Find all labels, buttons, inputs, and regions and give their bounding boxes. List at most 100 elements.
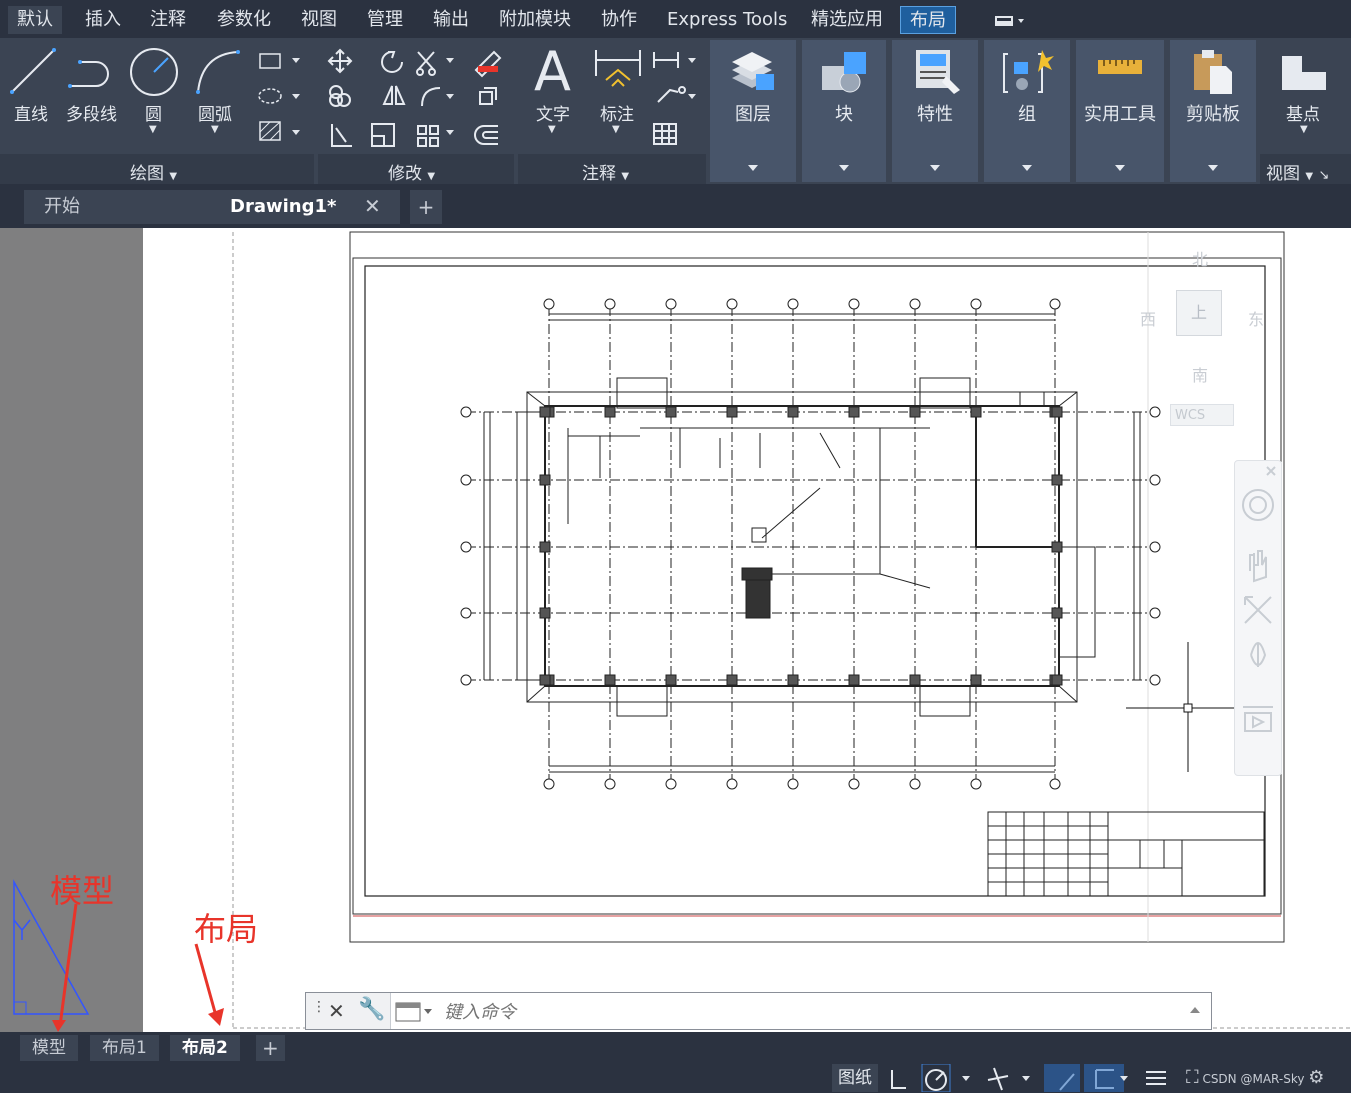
modify-panel-title[interactable]: 修改 ▼: [388, 159, 435, 184]
viewcube-west[interactable]: 西: [1140, 306, 1156, 330]
line-icon[interactable]: [8, 46, 58, 96]
chevron-down-icon[interactable]: ▼: [211, 124, 219, 135]
basepoint-button-label[interactable]: 基点: [1286, 100, 1320, 125]
status-toggles[interactable]: [884, 1064, 1184, 1092]
utilities-label: 实用工具: [1084, 104, 1156, 125]
command-toolbar: ⋮ ✕ 🔧: [306, 993, 391, 1029]
text-button-label[interactable]: 文字: [536, 100, 570, 125]
structural-column: [539, 541, 551, 553]
navigation-bar-icons[interactable]: [1235, 461, 1281, 775]
axis-bubble: [665, 298, 677, 310]
chevron-down-icon[interactable]: ▼: [548, 124, 556, 135]
structural-column: [726, 674, 738, 686]
chevron-down-icon: [748, 165, 758, 171]
tab-view[interactable]: 视图: [292, 6, 346, 34]
group-panel[interactable]: 组: [984, 40, 1070, 182]
viewcube-east[interactable]: 东: [1248, 306, 1264, 330]
text-icon[interactable]: A: [534, 40, 571, 103]
viewcube-north[interactable]: 北: [1192, 246, 1208, 270]
tab-parametric[interactable]: 参数化: [208, 6, 280, 34]
block-label: 块: [835, 104, 853, 125]
model-annotation-label: 模型: [50, 872, 115, 910]
layers-icon: [732, 52, 774, 90]
command-input[interactable]: [442, 997, 1186, 1027]
axis-bubble: [848, 298, 860, 310]
viewcube-top-face[interactable]: 上: [1176, 290, 1222, 336]
circle-icon[interactable]: [128, 46, 180, 98]
annotation-small-tools[interactable]: [650, 46, 702, 154]
tab-express-tools[interactable]: Express Tools: [658, 6, 796, 34]
polyline-icon[interactable]: [66, 52, 120, 92]
clipboard-panel[interactable]: 剪贴板: [1170, 40, 1256, 182]
gear-icon[interactable]: ⚙: [1308, 1067, 1324, 1088]
wcs-menu[interactable]: WCS: [1170, 404, 1234, 426]
command-history-icon[interactable]: [394, 1001, 436, 1023]
tab-addins[interactable]: 附加模块: [490, 6, 580, 34]
new-layout-button[interactable]: +: [256, 1035, 285, 1061]
tab-default[interactable]: 默认: [8, 6, 62, 34]
chevron-down-icon[interactable]: ▼: [612, 124, 620, 135]
navigation-bar[interactable]: [1234, 460, 1282, 776]
dimension-icon[interactable]: [592, 46, 644, 96]
ruler-icon: [1098, 60, 1142, 74]
structural-column: [970, 406, 982, 418]
structural-column: [539, 674, 551, 686]
close-icon[interactable]: ✕: [364, 194, 381, 218]
arc-icon[interactable]: [192, 46, 244, 96]
view-panel-title[interactable]: 视图 ▼ ↘: [1266, 159, 1329, 184]
tab-start[interactable]: 开始: [24, 190, 214, 224]
chevron-down-icon: [1022, 165, 1032, 171]
layers-panel[interactable]: 图层: [710, 40, 796, 182]
tab-model[interactable]: 模型: [20, 1035, 78, 1061]
axis-bubble: [1149, 541, 1161, 553]
wrench-icon[interactable]: 🔧: [358, 997, 385, 1022]
modify-tools-icons[interactable]: [326, 46, 512, 154]
clipboard-label: 剪贴板: [1186, 104, 1240, 125]
paper-space-toggle[interactable]: 图纸: [832, 1064, 878, 1092]
utilities-panel[interactable]: 实用工具: [1076, 40, 1164, 182]
tab-insert[interactable]: 插入: [76, 6, 130, 34]
tab-featured-apps[interactable]: 精选应用: [802, 6, 892, 34]
axis-bubble: [909, 298, 921, 310]
tab-manage[interactable]: 管理: [358, 6, 412, 34]
annotation-panel-title[interactable]: 注释 ▼: [582, 159, 629, 184]
tab-annotate[interactable]: 注释: [141, 6, 195, 34]
select-icon[interactable]: ⛶: [1186, 1067, 1199, 1088]
arc-button-label[interactable]: 圆弧: [198, 100, 232, 125]
tab-drawing1-label: Drawing1*: [230, 196, 337, 217]
chevron-down-icon[interactable]: ▼: [149, 124, 157, 135]
chevron-down-icon: [839, 165, 849, 171]
group-icon: [1003, 50, 1054, 93]
new-tab-button[interactable]: +: [410, 190, 442, 224]
tab-collaborate[interactable]: 协作: [592, 6, 646, 34]
draw-small-tools[interactable]: [256, 46, 306, 154]
viewcube[interactable]: 北 西 东 南 上 WCS: [1140, 240, 1268, 430]
polyline-button-label[interactable]: 多段线: [66, 100, 117, 125]
viewcube-south[interactable]: 南: [1192, 362, 1208, 386]
circle-button-label[interactable]: 圆: [145, 100, 162, 125]
basepoint-icon[interactable]: [1280, 52, 1330, 92]
axis-bubble: [1149, 474, 1161, 486]
tab-layout1[interactable]: 布局1: [90, 1035, 159, 1061]
dimension-button-label[interactable]: 标注: [600, 100, 634, 125]
command-line[interactable]: ⋮ ✕ 🔧: [305, 992, 1212, 1030]
structural-column: [604, 674, 616, 686]
properties-panel[interactable]: 特性: [892, 40, 978, 182]
tab-layout2[interactable]: 布局2: [170, 1035, 240, 1061]
properties-label: 特性: [917, 104, 953, 125]
axis-bubble: [543, 298, 555, 310]
chevron-down-icon[interactable]: ▼: [1300, 124, 1308, 135]
grip-icon[interactable]: ⋮: [312, 999, 326, 1015]
block-panel[interactable]: 块: [802, 40, 886, 182]
line-button-label[interactable]: 直线: [14, 100, 48, 125]
draw-panel-title[interactable]: 绘图 ▼: [130, 159, 177, 184]
tab-layout[interactable]: 布局: [900, 6, 956, 34]
axis-bubble: [970, 778, 982, 790]
structural-column: [1051, 406, 1063, 418]
close-icon[interactable]: ✕: [328, 999, 345, 1023]
axis-bubble: [460, 541, 472, 553]
tab-output[interactable]: 输出: [424, 6, 478, 34]
chevron-up-icon[interactable]: [1190, 1007, 1200, 1013]
structural-column: [909, 674, 921, 686]
ribbon-toggle-icon[interactable]: [992, 12, 1024, 28]
